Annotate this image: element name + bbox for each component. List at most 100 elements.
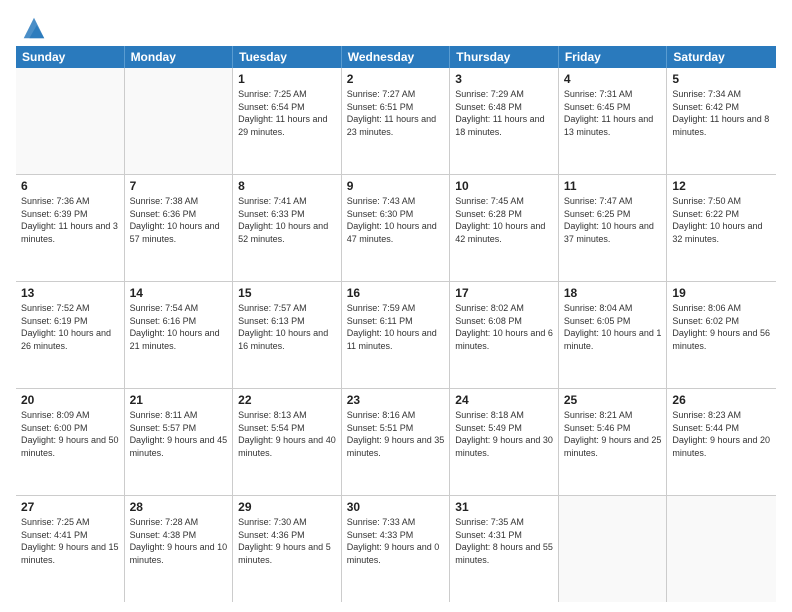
calendar-cell: 7Sunrise: 7:38 AMSunset: 6:36 PMDaylight… — [125, 175, 234, 281]
cell-info: Sunrise: 8:23 AMSunset: 5:44 PMDaylight:… — [672, 409, 771, 459]
logo — [16, 14, 48, 42]
cell-info: Sunrise: 7:29 AMSunset: 6:48 PMDaylight:… — [455, 88, 553, 138]
header-day-wednesday: Wednesday — [342, 46, 451, 68]
cell-info: Sunrise: 7:47 AMSunset: 6:25 PMDaylight:… — [564, 195, 662, 245]
calendar-cell: 28Sunrise: 7:28 AMSunset: 4:38 PMDayligh… — [125, 496, 234, 602]
cell-info: Sunrise: 8:02 AMSunset: 6:08 PMDaylight:… — [455, 302, 553, 352]
day-number: 12 — [672, 178, 771, 194]
calendar-cell: 2Sunrise: 7:27 AMSunset: 6:51 PMDaylight… — [342, 68, 451, 174]
cell-info: Sunrise: 7:59 AMSunset: 6:11 PMDaylight:… — [347, 302, 445, 352]
day-number: 18 — [564, 285, 662, 301]
calendar-cell: 25Sunrise: 8:21 AMSunset: 5:46 PMDayligh… — [559, 389, 668, 495]
calendar-cell: 24Sunrise: 8:18 AMSunset: 5:49 PMDayligh… — [450, 389, 559, 495]
calendar-cell: 14Sunrise: 7:54 AMSunset: 6:16 PMDayligh… — [125, 282, 234, 388]
calendar-cell: 23Sunrise: 8:16 AMSunset: 5:51 PMDayligh… — [342, 389, 451, 495]
calendar-cell: 15Sunrise: 7:57 AMSunset: 6:13 PMDayligh… — [233, 282, 342, 388]
calendar-row-2: 6Sunrise: 7:36 AMSunset: 6:39 PMDaylight… — [16, 175, 776, 282]
cell-info: Sunrise: 7:28 AMSunset: 4:38 PMDaylight:… — [130, 516, 228, 566]
cell-info: Sunrise: 7:45 AMSunset: 6:28 PMDaylight:… — [455, 195, 553, 245]
cell-info: Sunrise: 7:54 AMSunset: 6:16 PMDaylight:… — [130, 302, 228, 352]
cell-info: Sunrise: 7:33 AMSunset: 4:33 PMDaylight:… — [347, 516, 445, 566]
cell-info: Sunrise: 8:16 AMSunset: 5:51 PMDaylight:… — [347, 409, 445, 459]
calendar-row-4: 20Sunrise: 8:09 AMSunset: 6:00 PMDayligh… — [16, 389, 776, 496]
day-number: 14 — [130, 285, 228, 301]
calendar-row-5: 27Sunrise: 7:25 AMSunset: 4:41 PMDayligh… — [16, 496, 776, 602]
calendar-cell: 16Sunrise: 7:59 AMSunset: 6:11 PMDayligh… — [342, 282, 451, 388]
header-day-sunday: Sunday — [16, 46, 125, 68]
calendar-cell: 1Sunrise: 7:25 AMSunset: 6:54 PMDaylight… — [233, 68, 342, 174]
day-number: 23 — [347, 392, 445, 408]
header-day-tuesday: Tuesday — [233, 46, 342, 68]
cell-info: Sunrise: 7:57 AMSunset: 6:13 PMDaylight:… — [238, 302, 336, 352]
day-number: 29 — [238, 499, 336, 515]
day-number: 20 — [21, 392, 119, 408]
cell-info: Sunrise: 7:27 AMSunset: 6:51 PMDaylight:… — [347, 88, 445, 138]
calendar-cell: 12Sunrise: 7:50 AMSunset: 6:22 PMDayligh… — [667, 175, 776, 281]
calendar-cell: 27Sunrise: 7:25 AMSunset: 4:41 PMDayligh… — [16, 496, 125, 602]
cell-info: Sunrise: 8:21 AMSunset: 5:46 PMDaylight:… — [564, 409, 662, 459]
cell-info: Sunrise: 7:25 AMSunset: 4:41 PMDaylight:… — [21, 516, 119, 566]
day-number: 19 — [672, 285, 771, 301]
calendar-header: SundayMondayTuesdayWednesdayThursdayFrid… — [16, 46, 776, 68]
day-number: 11 — [564, 178, 662, 194]
header-day-thursday: Thursday — [450, 46, 559, 68]
day-number: 8 — [238, 178, 336, 194]
calendar-cell: 8Sunrise: 7:41 AMSunset: 6:33 PMDaylight… — [233, 175, 342, 281]
cell-info: Sunrise: 7:43 AMSunset: 6:30 PMDaylight:… — [347, 195, 445, 245]
calendar-cell: 17Sunrise: 8:02 AMSunset: 6:08 PMDayligh… — [450, 282, 559, 388]
calendar-cell: 13Sunrise: 7:52 AMSunset: 6:19 PMDayligh… — [16, 282, 125, 388]
day-number: 7 — [130, 178, 228, 194]
cell-info: Sunrise: 7:31 AMSunset: 6:45 PMDaylight:… — [564, 88, 662, 138]
calendar: SundayMondayTuesdayWednesdayThursdayFrid… — [16, 46, 776, 602]
day-number: 10 — [455, 178, 553, 194]
calendar-cell: 19Sunrise: 8:06 AMSunset: 6:02 PMDayligh… — [667, 282, 776, 388]
day-number: 28 — [130, 499, 228, 515]
page: SundayMondayTuesdayWednesdayThursdayFrid… — [0, 0, 792, 612]
cell-info: Sunrise: 8:09 AMSunset: 6:00 PMDaylight:… — [21, 409, 119, 459]
calendar-cell — [667, 496, 776, 602]
day-number: 3 — [455, 71, 553, 87]
day-number: 17 — [455, 285, 553, 301]
day-number: 15 — [238, 285, 336, 301]
cell-info: Sunrise: 7:25 AMSunset: 6:54 PMDaylight:… — [238, 88, 336, 138]
cell-info: Sunrise: 7:35 AMSunset: 4:31 PMDaylight:… — [455, 516, 553, 566]
calendar-cell: 11Sunrise: 7:47 AMSunset: 6:25 PMDayligh… — [559, 175, 668, 281]
calendar-cell — [125, 68, 234, 174]
day-number: 31 — [455, 499, 553, 515]
calendar-cell: 22Sunrise: 8:13 AMSunset: 5:54 PMDayligh… — [233, 389, 342, 495]
header-day-saturday: Saturday — [667, 46, 776, 68]
calendar-cell: 18Sunrise: 8:04 AMSunset: 6:05 PMDayligh… — [559, 282, 668, 388]
calendar-cell: 9Sunrise: 7:43 AMSunset: 6:30 PMDaylight… — [342, 175, 451, 281]
calendar-cell: 21Sunrise: 8:11 AMSunset: 5:57 PMDayligh… — [125, 389, 234, 495]
calendar-cell: 31Sunrise: 7:35 AMSunset: 4:31 PMDayligh… — [450, 496, 559, 602]
calendar-cell: 26Sunrise: 8:23 AMSunset: 5:44 PMDayligh… — [667, 389, 776, 495]
day-number: 6 — [21, 178, 119, 194]
cell-info: Sunrise: 8:11 AMSunset: 5:57 PMDaylight:… — [130, 409, 228, 459]
day-number: 5 — [672, 71, 771, 87]
day-number: 24 — [455, 392, 553, 408]
day-number: 9 — [347, 178, 445, 194]
day-number: 13 — [21, 285, 119, 301]
day-number: 1 — [238, 71, 336, 87]
calendar-body: 1Sunrise: 7:25 AMSunset: 6:54 PMDaylight… — [16, 68, 776, 602]
day-number: 2 — [347, 71, 445, 87]
calendar-cell: 30Sunrise: 7:33 AMSunset: 4:33 PMDayligh… — [342, 496, 451, 602]
cell-info: Sunrise: 7:52 AMSunset: 6:19 PMDaylight:… — [21, 302, 119, 352]
cell-info: Sunrise: 8:13 AMSunset: 5:54 PMDaylight:… — [238, 409, 336, 459]
calendar-cell: 29Sunrise: 7:30 AMSunset: 4:36 PMDayligh… — [233, 496, 342, 602]
calendar-cell: 20Sunrise: 8:09 AMSunset: 6:00 PMDayligh… — [16, 389, 125, 495]
cell-info: Sunrise: 8:18 AMSunset: 5:49 PMDaylight:… — [455, 409, 553, 459]
header-day-monday: Monday — [125, 46, 234, 68]
calendar-cell — [16, 68, 125, 174]
logo-icon — [20, 14, 48, 42]
header-day-friday: Friday — [559, 46, 668, 68]
day-number: 22 — [238, 392, 336, 408]
day-number: 25 — [564, 392, 662, 408]
calendar-row-3: 13Sunrise: 7:52 AMSunset: 6:19 PMDayligh… — [16, 282, 776, 389]
cell-info: Sunrise: 7:50 AMSunset: 6:22 PMDaylight:… — [672, 195, 771, 245]
cell-info: Sunrise: 8:06 AMSunset: 6:02 PMDaylight:… — [672, 302, 771, 352]
calendar-cell: 6Sunrise: 7:36 AMSunset: 6:39 PMDaylight… — [16, 175, 125, 281]
calendar-cell: 3Sunrise: 7:29 AMSunset: 6:48 PMDaylight… — [450, 68, 559, 174]
cell-info: Sunrise: 7:34 AMSunset: 6:42 PMDaylight:… — [672, 88, 771, 138]
day-number: 21 — [130, 392, 228, 408]
